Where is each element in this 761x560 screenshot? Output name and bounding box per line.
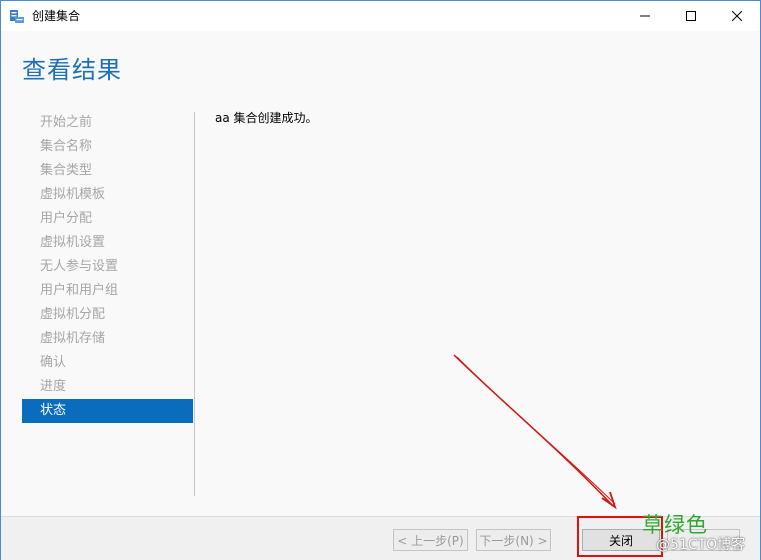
nav-item-confirmation[interactable]: 确认 [22,351,193,375]
title-bar: 创建集合 [1,1,760,31]
page-title: 查看结果 [22,56,122,84]
server-manager-icon [9,8,25,24]
nav-item-users-groups[interactable]: 用户和用户组 [22,279,193,303]
maximize-button[interactable] [668,1,714,31]
nav-item-unattended-settings[interactable]: 无人参与设置 [22,255,193,279]
create-collection-window: 创建集合 查看结果 开始之前 集合名称 集合类型 虚拟机模板 用户分配 虚拟机设… [0,0,761,560]
next-button[interactable]: 下一步(N) > [476,529,551,551]
minimize-button[interactable] [622,1,668,31]
previous-button[interactable]: < 上一步(P) [393,529,468,551]
nav-divider [194,112,195,496]
nav-item-user-assignment[interactable]: 用户分配 [22,207,193,231]
nav-item-status[interactable]: 状态 [22,399,193,423]
site-watermark: @51CTO博客 [656,537,746,553]
window-title: 创建集合 [32,9,81,23]
result-message: aa 集合创建成功。 [215,111,318,125]
nav-item-progress[interactable]: 进度 [22,375,193,399]
minimize-icon [640,15,650,17]
nav-item-vm-settings[interactable]: 虚拟机设置 [22,231,193,255]
nav-item-vm-template[interactable]: 虚拟机模板 [22,183,193,207]
wizard-nav: 开始之前 集合名称 集合类型 虚拟机模板 用户分配 虚拟机设置 无人参与设置 用… [22,111,193,423]
close-window-button[interactable] [714,1,760,31]
nav-item-before-you-begin[interactable]: 开始之前 [22,111,193,135]
nav-item-vm-allocation[interactable]: 虚拟机分配 [22,303,193,327]
nav-item-collection-type[interactable]: 集合类型 [22,159,193,183]
close-icon [732,11,742,21]
nav-item-vm-storage[interactable]: 虚拟机存储 [22,327,193,351]
maximize-icon [686,11,696,21]
nav-item-collection-name[interactable]: 集合名称 [22,135,193,159]
watermark-label: 草绿色 [642,513,708,537]
